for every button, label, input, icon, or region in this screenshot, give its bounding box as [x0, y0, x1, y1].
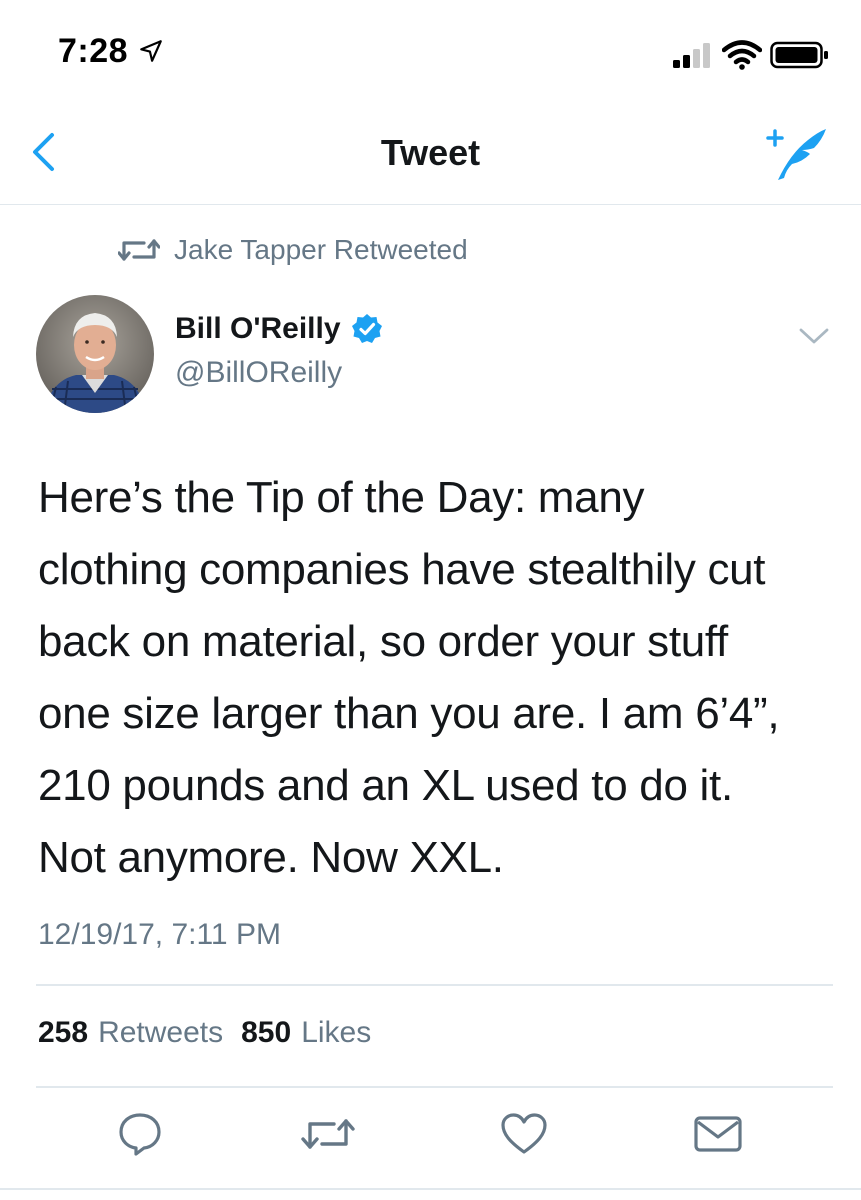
retweeted-by-row[interactable]: Jake Tapper Retweeted	[118, 230, 468, 270]
page-title: Tweet	[380, 132, 481, 173]
status-time: 7:28	[58, 32, 129, 70]
author-name-row[interactable]: Bill O'Reilly	[175, 312, 383, 346]
likes-count[interactable]: 850	[241, 1016, 291, 1050]
retweet-icon	[301, 1119, 355, 1149]
battery-icon	[770, 41, 828, 69]
compose-tweet-icon[interactable]	[764, 124, 828, 182]
nav-bar: Tweet	[0, 100, 861, 205]
reply-button[interactable]	[112, 1106, 168, 1162]
avatar-photo	[36, 295, 154, 413]
retweets-label[interactable]: Retweets	[98, 1016, 223, 1050]
like-button[interactable]	[496, 1106, 552, 1162]
divider	[36, 1086, 833, 1088]
retweet-icon	[118, 239, 160, 261]
action-bar	[0, 1106, 861, 1166]
tweet-text: Here’s the Tip of the Day: many clothing…	[38, 473, 780, 882]
tweet-timestamp[interactable]: 12/19/17, 7:11 PM	[38, 918, 281, 952]
cellular-signal-icon	[673, 43, 710, 68]
location-arrow-icon	[140, 40, 162, 62]
like-icon	[501, 1113, 547, 1154]
tweet-stats: 258 Retweets 850 Likes	[38, 1016, 389, 1050]
retweeted-by-text: Jake Tapper Retweeted	[174, 234, 468, 265]
author-handle[interactable]: @BillOReilly	[175, 356, 342, 390]
likes-label[interactable]: Likes	[301, 1016, 371, 1050]
share-button[interactable]	[690, 1106, 746, 1162]
reply-icon	[119, 1113, 161, 1156]
author-name: Bill O'Reilly	[175, 312, 341, 345]
divider	[36, 984, 833, 986]
retweets-count[interactable]: 258	[38, 1016, 88, 1050]
retweet-button[interactable]	[300, 1106, 356, 1162]
wifi-icon	[722, 40, 762, 70]
status-bar: 7:28	[0, 0, 861, 100]
divider	[0, 1188, 861, 1190]
avatar[interactable]	[36, 295, 154, 413]
share-icon	[694, 1116, 742, 1152]
caret-down-icon[interactable]	[796, 322, 832, 350]
verified-badge-icon	[351, 314, 382, 343]
